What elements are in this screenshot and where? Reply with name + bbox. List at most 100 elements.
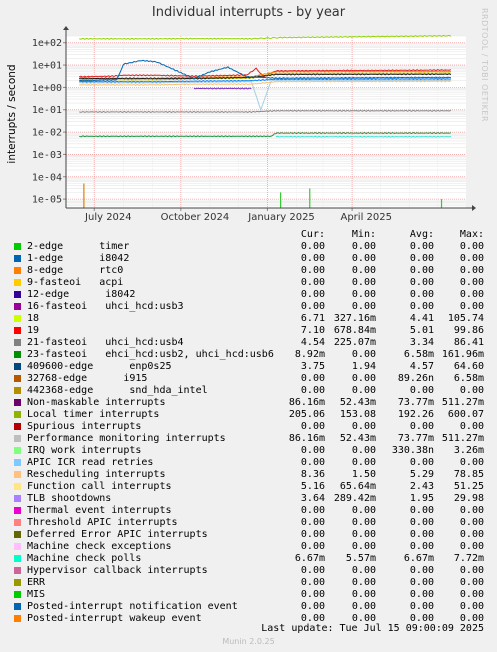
legend-swatch (14, 471, 21, 478)
legend-value-max: 511.27m (441, 433, 484, 444)
y-tick-label: 1e-01 (32, 105, 62, 116)
legend-label: Hypervisor callback interrupts (27, 565, 208, 576)
legend-row: 18 6.71 327.16m 4.41 105.74 (0, 313, 497, 325)
legend-row: Local timer interrupts 205.06 153.08 192.26… (0, 409, 497, 421)
legend-row: ERR 0.00 0.00 0.00 0.00 (0, 577, 497, 589)
legend-value-min: 0.00 (351, 385, 376, 396)
legend-value-max: 0.00 (459, 457, 484, 468)
legend-row: Thermal event interrupts 0.00 0.00 0.00 0.00 (0, 505, 497, 517)
legend-row: 19 7.10 678.84m 5.01 99.86 (0, 325, 497, 337)
legend-value-max: 0.00 (459, 301, 484, 312)
x-tick-label: October 2024 (161, 212, 230, 223)
legend-swatch (14, 615, 21, 622)
legend-value-min: 0.00 (351, 445, 376, 456)
legend-swatch (14, 291, 21, 298)
legend-swatch (14, 507, 21, 514)
legend-swatch (14, 411, 21, 418)
legend-label: Deferred Error APIC interrupts (27, 529, 208, 540)
legend-row: Non-maskable interrupts 86.16m 52.43m 73.77… (0, 397, 497, 409)
legend-header-max: Max: (459, 229, 484, 240)
legend-label: IRQ work interrupts (27, 445, 142, 456)
legend-value-max: 0.00 (459, 385, 484, 396)
legend-value-max: 78.85 (453, 469, 484, 480)
legend-value-max: 0.00 (459, 421, 484, 432)
legend-label: 19 (27, 325, 40, 336)
interrupts-chart: 1e-05 1e-04 1e-03 1e-02 1e-01 1e+00 1e+01 1e+02… (32, 26, 476, 223)
legend-label: 409600-edge enp0s25 (27, 361, 172, 372)
legend-row: Performance monitoring interrupts 86.16m 5… (0, 433, 497, 445)
legend-row: MIS 0.00 0.00 0.00 0.00 (0, 589, 497, 601)
legend-swatch (14, 579, 21, 586)
legend-value-min: 0.00 (351, 505, 376, 516)
legend-value-max: 105.74 (447, 313, 484, 324)
legend-value-min: 289.42m (333, 493, 376, 504)
legend-value-min: 1.94 (351, 361, 376, 372)
legend-row: 442368-edge snd_hda_intel 0.00 0.00 0.00 0.0… (0, 385, 497, 397)
legend-label: 12-edge i8042 (27, 289, 136, 300)
legend-value-max: 3.26m (453, 445, 484, 456)
x-tick-label: January 2025 (247, 212, 315, 223)
legend-row: Function call interrupts 5.16 65.64m 2.43 51… (0, 481, 497, 493)
legend-row: TLB shootdowns 3.64 289.42m 1.95 29.98 (0, 493, 497, 505)
legend-value-min: 0.00 (351, 289, 376, 300)
legend-label: Threshold APIC interrupts (27, 517, 178, 528)
legend-swatch (14, 351, 21, 358)
legend-row: Posted-interrupt notification event 0.00 0… (0, 601, 497, 613)
legend-swatch (14, 543, 21, 550)
legend-value-max: 161.96m (441, 349, 484, 360)
legend-value-max: 0.00 (459, 277, 484, 288)
legend-value-max: 0.00 (459, 289, 484, 300)
legend-row: 2-edge timer 0.00 0.00 0.00 0.00 (0, 241, 497, 253)
legend-swatch (14, 567, 21, 574)
legend-value-min: 327.16m (333, 313, 376, 324)
legend-value-min: 1.50 (351, 469, 376, 480)
legend-value-max: 0.00 (459, 253, 484, 264)
legend-label: Performance monitoring interrupts (27, 433, 226, 444)
legend-value-min: 0.00 (351, 253, 376, 264)
legend-swatch (14, 363, 21, 370)
legend-label: Local timer interrupts (27, 409, 160, 420)
series-line (193, 87, 252, 90)
legend-value-max: 86.41 (453, 337, 484, 348)
legend-label: Machine check exceptions (27, 541, 172, 552)
legend-label: Non-maskable interrupts (27, 397, 166, 408)
legend-label: TLB shootdowns (27, 493, 112, 504)
legend-value-max: 600.07 (447, 409, 484, 420)
legend-swatch (14, 447, 21, 454)
legend-row: 409600-edge enp0s25 3.75 1.94 4.57 64.60 (0, 361, 497, 373)
legend-label: 2-edge timer (27, 241, 130, 252)
legend-value-max: 0.00 (459, 565, 484, 576)
legend-value-max: 6.58m (453, 373, 484, 384)
legend-row: 21-fasteoi uhci_hcd:usb4 4.54 225.07m 3.34 8… (0, 337, 497, 349)
legend-swatch (14, 423, 21, 430)
legend-value-min: 0.00 (351, 241, 376, 252)
legend-row: Rescheduling interrupts 8.36 1.50 5.29 78.85 (0, 469, 497, 481)
legend-label: Function call interrupts (27, 481, 172, 492)
legend-value-max: 511.27m (441, 397, 484, 408)
legend-value-max: 29.98 (453, 493, 484, 504)
legend-label: APIC ICR read retries (27, 457, 154, 468)
y-tick-label: 1e-04 (32, 172, 62, 183)
legend-value-min: 225.07m (333, 337, 376, 348)
legend-value-min: 0.00 (351, 373, 376, 384)
x-tick-label: April 2025 (340, 212, 391, 223)
legend-swatch (14, 483, 21, 490)
legend-value-min: 0.00 (351, 517, 376, 528)
legend-swatch (14, 279, 21, 286)
legend-value-max: 0.00 (459, 505, 484, 516)
legend-swatch (14, 375, 21, 382)
legend-row: 9-fasteoi acpi 0.00 0.00 0.00 0.00 (0, 277, 497, 289)
legend-label: ERR (27, 577, 46, 588)
legend-row: Machine check polls 6.67m 5.57m 6.67m 7.72m (0, 553, 497, 565)
y-tick-label: 1e-03 (32, 150, 62, 161)
legend-row: APIC ICR read retries 0.00 0.00 0.00 0.00 (0, 457, 497, 469)
legend-row: 32768-edge i915 0.00 0.00 89.26n 6.58m (0, 373, 497, 385)
legend-label: 16-fasteoi uhci_hcd:usb3 (27, 301, 184, 312)
legend-label: 18 (27, 313, 40, 324)
legend-value-min: 0.00 (351, 565, 376, 576)
legend-value-min: 0.00 (351, 541, 376, 552)
legend-swatch (14, 267, 21, 274)
legend-swatch (14, 495, 21, 502)
legend-value-min: 0.00 (351, 601, 376, 612)
legend-value-max: 0.00 (459, 529, 484, 540)
